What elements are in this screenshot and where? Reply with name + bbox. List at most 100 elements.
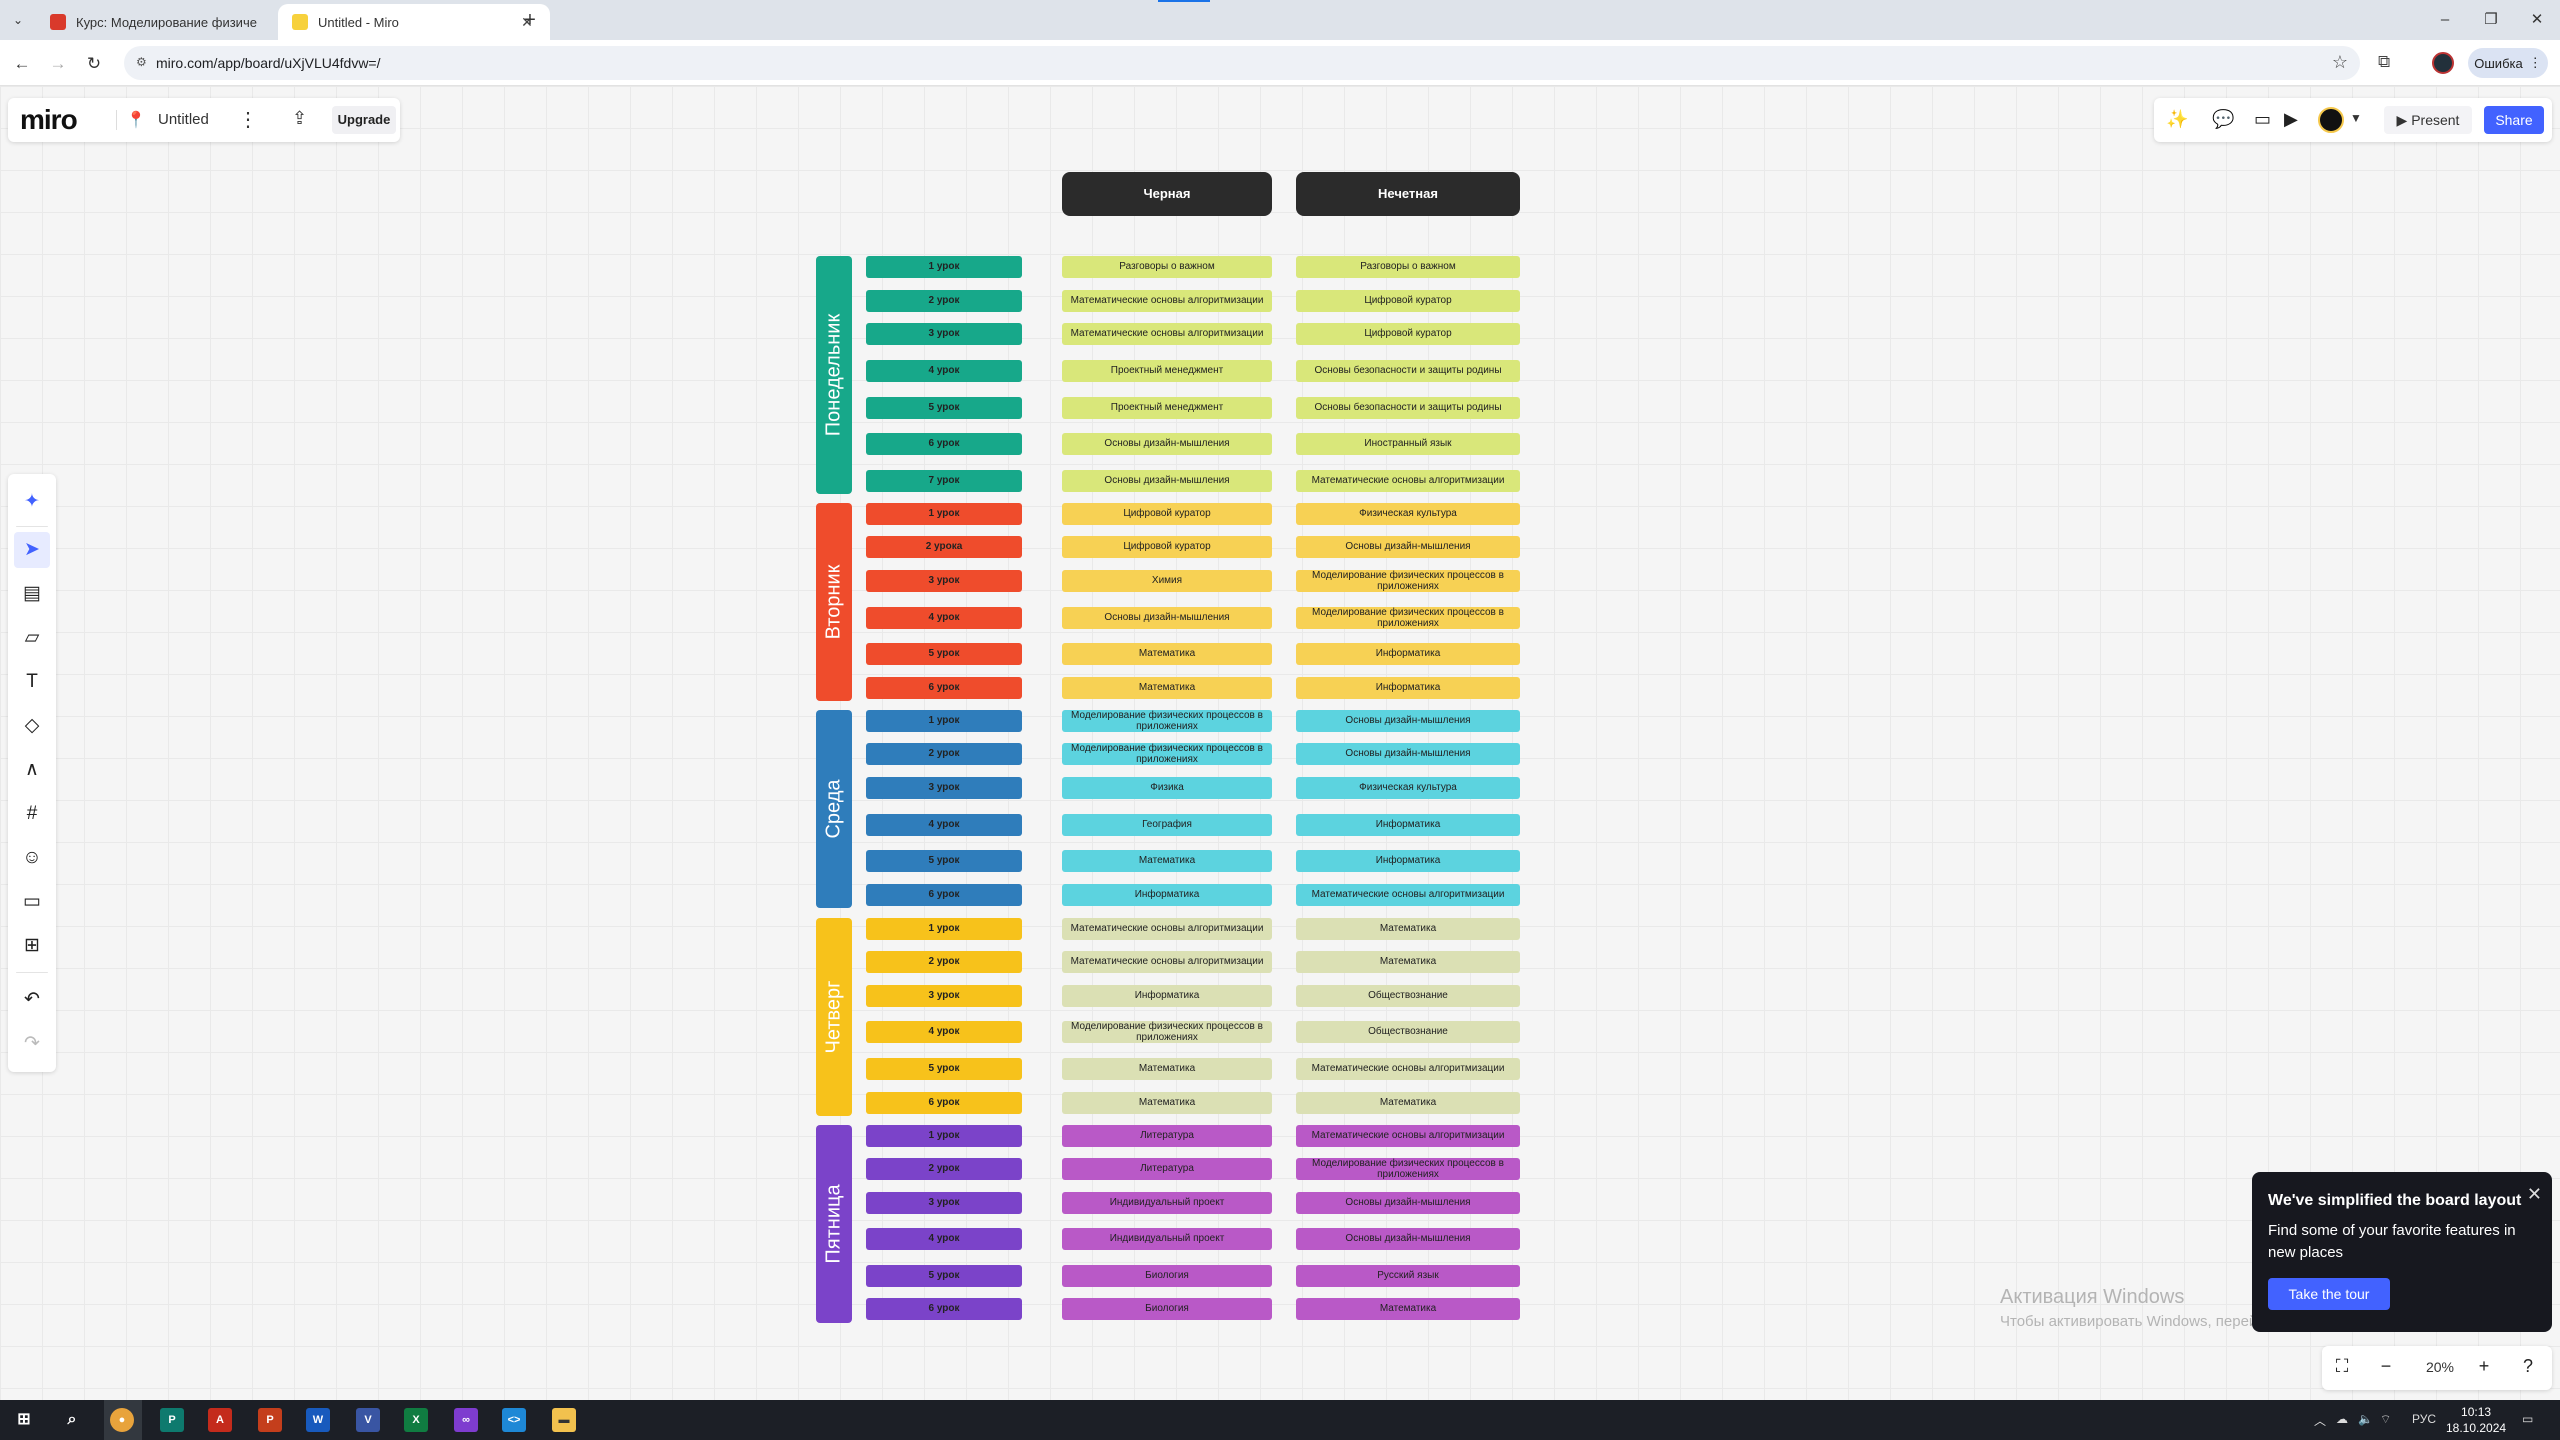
lesson-cell[interactable]: Биология	[1062, 1265, 1272, 1287]
comments-icon[interactable]: 💬	[2212, 109, 2234, 130]
lesson-number[interactable]: 5 урок	[866, 1058, 1022, 1080]
lesson-cell[interactable]: Основы безопасности и защиты родины	[1296, 397, 1520, 419]
day-label[interactable]: Среда	[816, 710, 852, 908]
close-window-icon[interactable]: ✕	[2522, 8, 2552, 32]
acrobat-icon[interactable]: A	[208, 1408, 232, 1432]
lesson-cell[interactable]: Математика	[1062, 1092, 1272, 1114]
site-info-icon[interactable]: ⚙	[136, 55, 152, 71]
url-input[interactable]: ⚙ miro.com/app/board/uXjVLU4fdvw=/ ☆	[124, 46, 2360, 80]
lesson-cell[interactable]: Математика	[1062, 643, 1272, 665]
tab-search-icon[interactable]: ⌄	[8, 10, 28, 30]
lesson-cell[interactable]: Моделирование физических процессов в при…	[1296, 570, 1520, 592]
lesson-cell[interactable]: Моделирование физических процессов в при…	[1062, 743, 1272, 765]
lesson-cell[interactable]: Основы дизайн-мышления	[1296, 743, 1520, 765]
day-label[interactable]: Пятница	[816, 1125, 852, 1323]
lesson-cell[interactable]: Математические основы алгоритмизации	[1296, 884, 1520, 906]
lesson-cell[interactable]: Математика	[1296, 1298, 1520, 1320]
chevron-down-icon[interactable]: ▼	[2350, 111, 2362, 125]
lesson-cell[interactable]: Цифровой куратор	[1062, 503, 1272, 525]
lesson-number[interactable]: 4 урок	[866, 1021, 1022, 1043]
lesson-cell[interactable]: Математика	[1062, 850, 1272, 872]
day-label[interactable]: Понедельник	[816, 256, 852, 494]
lesson-cell[interactable]: Основы безопасности и защиты родины	[1296, 360, 1520, 382]
lesson-number[interactable]: 1 урок	[866, 256, 1022, 278]
zoom-in-icon[interactable]: +	[2472, 1356, 2496, 1377]
lesson-number[interactable]: 7 урок	[866, 470, 1022, 492]
lesson-cell[interactable]: Моделирование физических процессов в при…	[1062, 1021, 1272, 1043]
lesson-cell[interactable]: Разговоры о важном	[1296, 256, 1520, 278]
excel-icon[interactable]: X	[404, 1408, 428, 1432]
lesson-cell[interactable]: Информатика	[1296, 814, 1520, 836]
visual-studio-icon[interactable]: ∞	[454, 1408, 478, 1432]
lesson-cell[interactable]: Основы дизайн-мышления	[1296, 1192, 1520, 1214]
lesson-cell[interactable]: Проектный менеджмент	[1062, 360, 1272, 382]
lesson-cell[interactable]: Индивидуальный проект	[1062, 1192, 1272, 1214]
restore-icon[interactable]: ❐	[2476, 8, 2506, 32]
lesson-number[interactable]: 6 урок	[866, 433, 1022, 455]
lesson-cell[interactable]: Обществознание	[1296, 985, 1520, 1007]
lesson-number[interactable]: 1 урок	[866, 1125, 1022, 1147]
fit-to-screen-icon[interactable]: ⛶	[2330, 1356, 2354, 1377]
lesson-cell[interactable]: Математические основы алгоритмизации	[1062, 323, 1272, 345]
lesson-number[interactable]: 3 урок	[866, 985, 1022, 1007]
lesson-cell[interactable]: Основы дизайн-мышления	[1062, 470, 1272, 492]
lesson-cell[interactable]: Математика	[1062, 1058, 1272, 1080]
notifications-icon[interactable]: ▭	[2522, 1412, 2533, 1426]
comment-tool-icon[interactable]: ▭	[14, 884, 50, 920]
network-icon[interactable]: ⌔	[2380, 1412, 2391, 1427]
lesson-number[interactable]: 1 урок	[866, 918, 1022, 940]
export-icon[interactable]: ⇪	[292, 108, 307, 129]
templates-icon[interactable]: ▤	[14, 576, 50, 612]
lesson-number[interactable]: 3 урок	[866, 777, 1022, 799]
error-button[interactable]: Ошибка ⋮	[2468, 48, 2548, 78]
lesson-cell[interactable]: Биология	[1062, 1298, 1272, 1320]
lesson-number[interactable]: 4 урок	[866, 360, 1022, 382]
lesson-number[interactable]: 2 урок	[866, 743, 1022, 765]
lesson-number[interactable]: 3 урок	[866, 570, 1022, 592]
new-tab-icon[interactable]: +	[518, 8, 542, 32]
back-icon[interactable]: ←	[10, 52, 34, 76]
forward-icon[interactable]: →	[46, 52, 70, 76]
lesson-number[interactable]: 1 урок	[866, 503, 1022, 525]
lesson-cell[interactable]: Математика	[1296, 951, 1520, 973]
volume-icon[interactable]: 🔈	[2358, 1412, 2373, 1426]
lesson-cell[interactable]: Индивидуальный проект	[1062, 1228, 1272, 1250]
search-icon[interactable]: ⌕	[60, 1408, 84, 1432]
tab-miro[interactable]: Untitled - Miro ✕	[278, 4, 550, 40]
present-button[interactable]: ▶ Present	[2384, 106, 2472, 134]
shapes-icon[interactable]: ◇	[14, 708, 50, 744]
publisher-icon[interactable]: P	[160, 1408, 184, 1432]
lesson-cell[interactable]: Моделирование физических процессов в при…	[1296, 1158, 1520, 1180]
lesson-cell[interactable]: Основы дизайн-мышления	[1062, 433, 1272, 455]
zoom-out-icon[interactable]: −	[2374, 1356, 2398, 1377]
tab-course[interactable]: Курс: Моделирование физиче ✕	[36, 4, 308, 40]
lesson-cell[interactable]: Информатика	[1296, 643, 1520, 665]
clock[interactable]: 10:13 18.10.2024	[2446, 1404, 2506, 1436]
lesson-cell[interactable]: Моделирование физических процессов в при…	[1062, 710, 1272, 732]
pen-tool-icon[interactable]: ∧	[14, 752, 50, 788]
lesson-number[interactable]: 5 урок	[866, 850, 1022, 872]
lesson-cell[interactable]: Химия	[1062, 570, 1272, 592]
chat-icon[interactable]: ▭	[2254, 109, 2271, 130]
redo-icon[interactable]: ↷	[14, 1026, 50, 1062]
select-tool-icon[interactable]: ➤	[14, 532, 50, 568]
location-pin-icon[interactable]: 📍	[126, 110, 146, 130]
upgrade-button[interactable]: Upgrade	[332, 106, 396, 134]
lesson-number[interactable]: 6 урок	[866, 884, 1022, 906]
take-tour-button[interactable]: Take the tour	[2268, 1278, 2390, 1310]
lesson-cell[interactable]: Математические основы алгоритмизации	[1296, 1125, 1520, 1147]
vscode-icon[interactable]: <>	[502, 1408, 526, 1432]
video-call-icon[interactable]: ▶	[2284, 109, 2298, 130]
lesson-cell[interactable]: География	[1062, 814, 1272, 836]
lesson-cell[interactable]: Разговоры о важном	[1062, 256, 1272, 278]
sticky-note-icon[interactable]: ▱	[14, 620, 50, 656]
column-header-a[interactable]: Черная	[1062, 172, 1272, 216]
visio-icon[interactable]: V	[356, 1408, 380, 1432]
lesson-cell[interactable]: Основы дизайн-мышления	[1296, 710, 1520, 732]
extensions-icon[interactable]: ⧉	[2378, 52, 2390, 72]
lesson-cell[interactable]: Физическая культура	[1296, 777, 1520, 799]
start-menu-icon[interactable]: ⊞	[12, 1408, 36, 1432]
lesson-cell[interactable]: Физика	[1062, 777, 1272, 799]
text-tool-icon[interactable]: T	[14, 664, 50, 700]
lesson-cell[interactable]: Физическая культура	[1296, 503, 1520, 525]
